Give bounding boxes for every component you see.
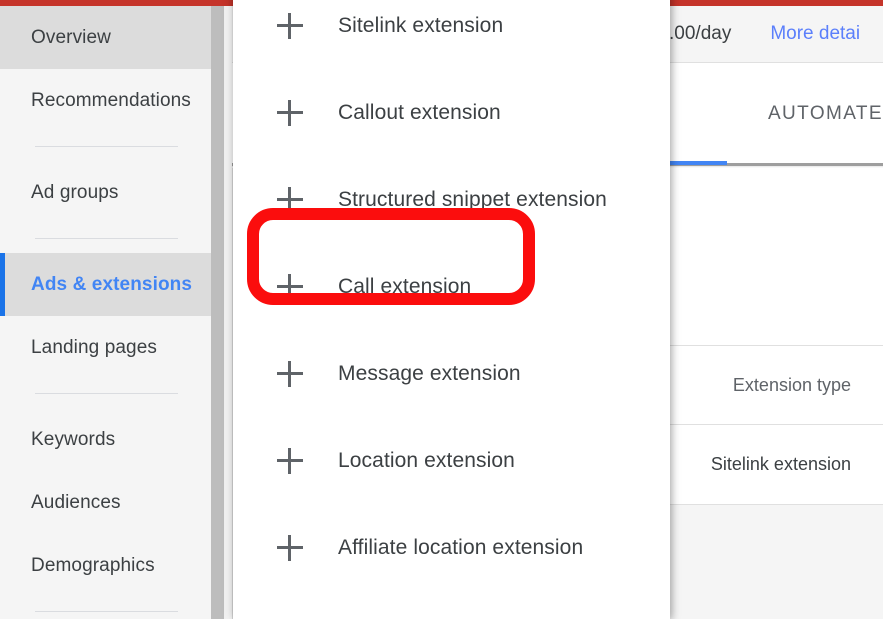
menu-item-price-extension[interactable]: Price extension [233,591,670,619]
plus-icon [277,273,303,300]
menu-item-location-extension[interactable]: Location extension [233,417,670,504]
menu-item-label: Sitelink extension [338,13,504,37]
menu-item-label: Location extension [338,448,515,472]
extension-type-menu: Sitelink extension Callout extension Str… [233,0,670,619]
plus-icon [277,447,303,474]
tab-automated[interactable]: AUTOMATE [768,103,883,125]
plus-icon [277,99,303,126]
sidebar-item-label: Landing pages [31,336,157,358]
plus-icon [277,360,303,387]
plus-icon [277,12,303,39]
menu-item-call-extension[interactable]: Call extension [233,243,670,330]
sidebar-item-label: Overview [31,26,111,48]
sidebar-scrollbar[interactable] [211,6,232,619]
sidebar-divider [35,238,178,239]
plus-icon [277,186,303,213]
sidebar-item-label: Ads & extensions [31,273,193,295]
sidebar-item-keywords[interactable]: Keywords [0,408,211,471]
menu-item-callout-extension[interactable]: Callout extension [233,69,670,156]
sidebar-item-recommendations[interactable]: Recommendations [0,69,211,132]
sidebar-item-label: Audiences [31,491,121,513]
sidebar-item-overview[interactable]: Overview [0,6,211,69]
budget-value: .00/day [669,23,732,44]
left-navigation-sidebar: Overview Recommendations Ad groups Ads &… [0,6,211,619]
sidebar-item-label: Ad groups [31,181,119,203]
sidebar-item-label: Demographics [31,554,155,576]
plus-icon [277,534,303,561]
menu-item-message-extension[interactable]: Message extension [233,330,670,417]
menu-item-sitelink-extension[interactable]: Sitelink extension [233,0,670,69]
column-header-extension-type[interactable]: Extension type [733,375,851,396]
sidebar-scrollbar-thumb[interactable] [211,6,224,619]
sidebar-divider [35,146,178,147]
cell-extension-type: Sitelink extension [710,454,851,474]
sidebar-divider [35,611,178,612]
sidebar-item-demographics[interactable]: Demographics [0,534,211,597]
menu-item-label: Message extension [338,361,521,385]
menu-item-label: Call extension [338,274,472,298]
sidebar-item-audiences[interactable]: Audiences [0,471,211,534]
sidebar-divider [35,393,178,394]
sidebar-item-ads-and-extensions[interactable]: Ads & extensions [0,253,211,316]
menu-item-label: Structured snippet extension [338,187,607,211]
sidebar-item-label: Keywords [31,428,116,450]
sidebar-item-ad-groups[interactable]: Ad groups [0,161,211,224]
more-details-link[interactable]: More detai [770,23,860,45]
tab-active-indicator [669,161,727,165]
menu-item-label: Affiliate location extension [338,535,584,559]
menu-item-affiliate-location-extension[interactable]: Affiliate location extension [233,504,670,591]
sidebar-item-label: Recommendations [31,89,191,111]
sidebar-panel-seam [224,6,232,619]
sidebar-item-landing-pages[interactable]: Landing pages [0,316,211,379]
menu-item-label: Callout extension [338,100,501,124]
google-ads-screen: .00/day More detai AUTOMATE Extension ty… [0,0,883,619]
menu-item-structured-snippet-extension[interactable]: Structured snippet extension [233,156,670,243]
